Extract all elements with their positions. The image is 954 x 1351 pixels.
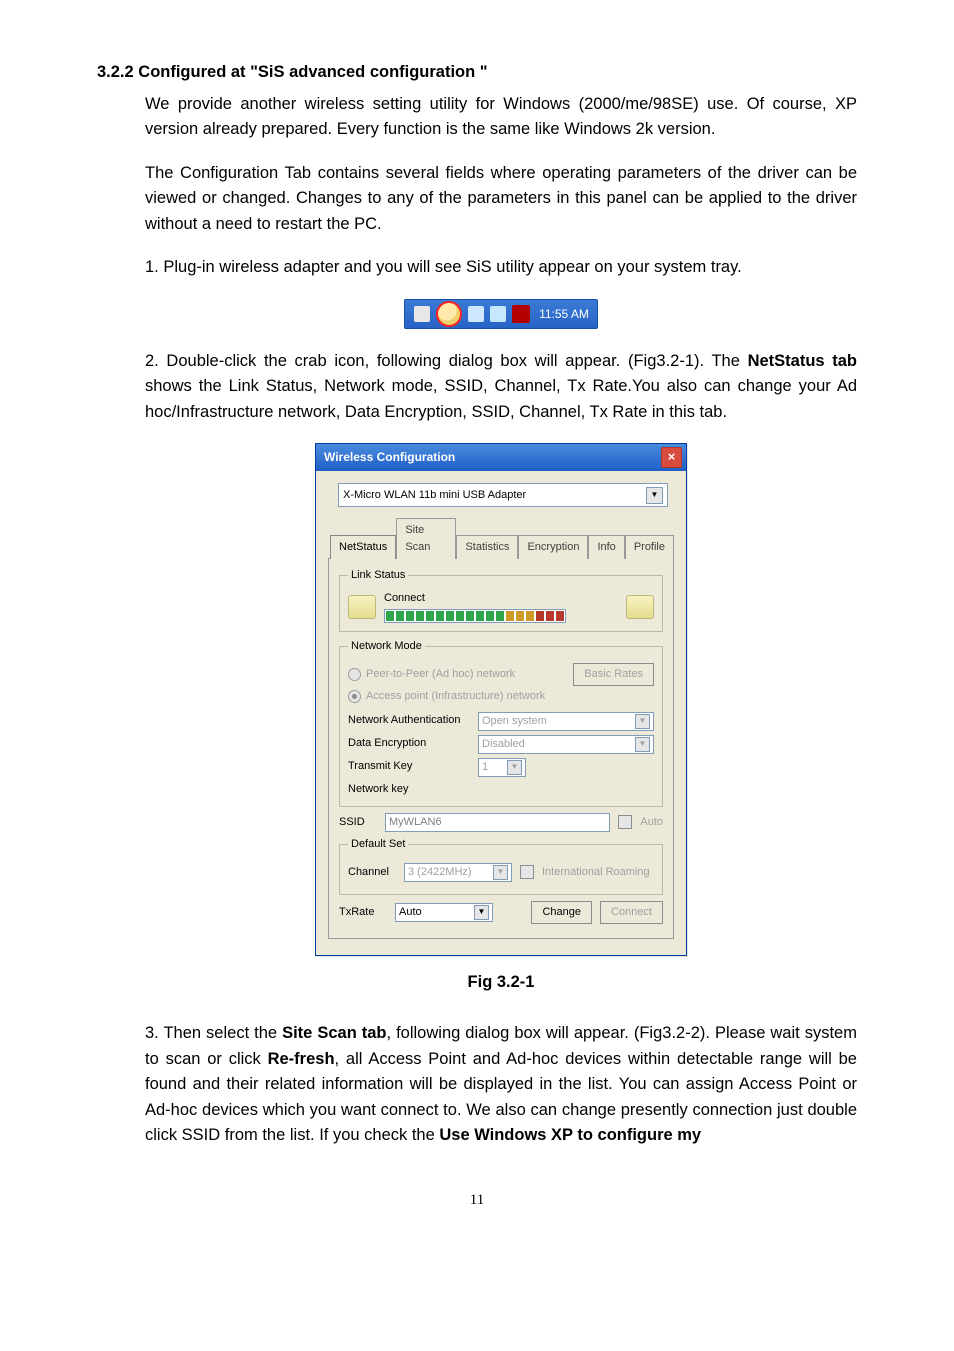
dialog-titlebar: Wireless Configuration × — [316, 444, 686, 471]
tray-icon-1 — [414, 306, 430, 322]
link-status-legend: Link Status — [348, 567, 408, 584]
p4-c: shows the Link Status, Network mode, SSI… — [145, 377, 857, 421]
roaming-checkbox[interactable] — [520, 865, 534, 879]
tx-key-value: 1 — [482, 759, 488, 776]
p5-a: 3. Then select the — [145, 1024, 282, 1042]
paragraph-1: We provide another wireless setting util… — [145, 92, 857, 143]
chevron-down-icon[interactable]: ▼ — [474, 905, 489, 920]
channel-label: Channel — [348, 864, 396, 881]
tab-info[interactable]: Info — [588, 535, 624, 559]
basic-rates-button[interactable]: Basic Rates — [573, 663, 654, 686]
default-set-legend: Default Set — [348, 836, 408, 853]
crab-icon[interactable] — [436, 301, 462, 327]
close-icon[interactable]: × — [661, 447, 682, 468]
tab-sitescan[interactable]: Site Scan — [396, 518, 456, 559]
section-heading: 3.2.2 Configured at "SiS advanced config… — [97, 60, 857, 86]
tab-pane: Link Status Connect — [328, 558, 674, 938]
adapter-combo[interactable]: X-Micro WLAN 11b mini USB Adapter ▼ — [338, 483, 668, 507]
channel-value: 3 (2422MHz) — [408, 864, 472, 881]
tray-icon-3 — [468, 306, 484, 322]
data-enc-combo[interactable]: Disabled ▼ — [478, 735, 654, 754]
wireless-config-dialog: Wireless Configuration × X-Micro WLAN 11… — [315, 443, 687, 955]
ssid-value: MyWLAN6 — [389, 814, 442, 831]
pc-icon — [348, 595, 376, 619]
data-enc-value: Disabled — [482, 736, 525, 753]
radio-infra[interactable] — [348, 690, 361, 703]
txrate-combo[interactable]: Auto ▼ — [395, 903, 493, 922]
default-set-group: Default Set Channel 3 (2422MHz) ▼ Intern… — [339, 836, 663, 895]
network-mode-legend: Network Mode — [348, 638, 425, 655]
dialog-title: Wireless Configuration — [324, 448, 455, 467]
chevron-down-icon[interactable]: ▼ — [507, 760, 522, 775]
radio-adhoc[interactable] — [348, 668, 361, 681]
p5-b: Site Scan tab — [282, 1024, 386, 1042]
radio-infra-label: Access point (Infrastructure) network — [366, 688, 545, 705]
tab-encryption[interactable]: Encryption — [518, 535, 588, 559]
connect-button[interactable]: Connect — [600, 901, 663, 924]
p5-f: Use Windows XP to configure my — [439, 1126, 701, 1144]
net-auth-value: Open system — [482, 713, 547, 730]
ssid-label: SSID — [339, 814, 377, 831]
chevron-down-icon[interactable]: ▼ — [646, 487, 663, 504]
data-enc-label: Data Encryption — [348, 735, 478, 752]
tx-key-label: Transmit Key — [348, 758, 478, 775]
tray-icon-4 — [490, 306, 506, 322]
paragraph-5: 3. Then select the Site Scan tab, follow… — [145, 1021, 857, 1149]
txrate-value: Auto — [399, 904, 422, 921]
auto-label: Auto — [640, 814, 663, 831]
chevron-down-icon[interactable]: ▼ — [493, 865, 508, 880]
p4-a: 2. Double-click the crab icon, following… — [145, 352, 748, 370]
connect-label: Connect — [384, 590, 618, 607]
link-status-group: Link Status Connect — [339, 567, 663, 632]
paragraph-4: 2. Double-click the crab icon, following… — [145, 349, 857, 426]
tray-time: 11:55 AM — [539, 305, 589, 324]
signal-bar — [384, 609, 566, 623]
p4-bold: NetStatus tab — [748, 352, 857, 370]
tab-profile[interactable]: Profile — [625, 535, 674, 559]
txrate-label: TxRate — [339, 904, 387, 921]
net-auth-combo[interactable]: Open system ▼ — [478, 712, 654, 731]
adapter-name: X-Micro WLAN 11b mini USB Adapter — [343, 487, 526, 504]
system-tray: 11:55 AM — [404, 299, 598, 329]
change-button[interactable]: Change — [531, 901, 592, 924]
p5-d: Re-fresh — [268, 1050, 335, 1068]
channel-combo[interactable]: 3 (2422MHz) ▼ — [404, 863, 512, 882]
radio-adhoc-label: Peer-to-Peer (Ad hoc) network — [366, 666, 515, 683]
tab-netstatus[interactable]: NetStatus — [330, 535, 396, 559]
chevron-down-icon[interactable]: ▼ — [635, 737, 650, 752]
paragraph-3: 1. Plug-in wireless adapter and you will… — [145, 255, 857, 281]
paragraph-2: The Configuration Tab contains several f… — [145, 161, 857, 238]
tray-icon-5 — [512, 305, 530, 323]
figure-caption: Fig 3.2-1 — [145, 970, 857, 996]
roaming-label: International Roaming — [542, 864, 650, 881]
network-mode-group: Network Mode Peer-to-Peer (Ad hoc) netwo… — [339, 638, 663, 806]
page-number: 11 — [97, 1189, 857, 1212]
net-key-label: Network key — [348, 781, 478, 798]
tab-statistics[interactable]: Statistics — [456, 535, 518, 559]
ap-icon — [626, 595, 654, 619]
net-auth-label: Network Authentication — [348, 712, 478, 729]
chevron-down-icon[interactable]: ▼ — [635, 714, 650, 729]
auto-checkbox[interactable] — [618, 815, 632, 829]
ssid-input[interactable]: MyWLAN6 — [385, 813, 610, 832]
tx-key-combo[interactable]: 1 ▼ — [478, 758, 526, 777]
tab-strip: NetStatus Site Scan Statistics Encryptio… — [330, 517, 674, 558]
